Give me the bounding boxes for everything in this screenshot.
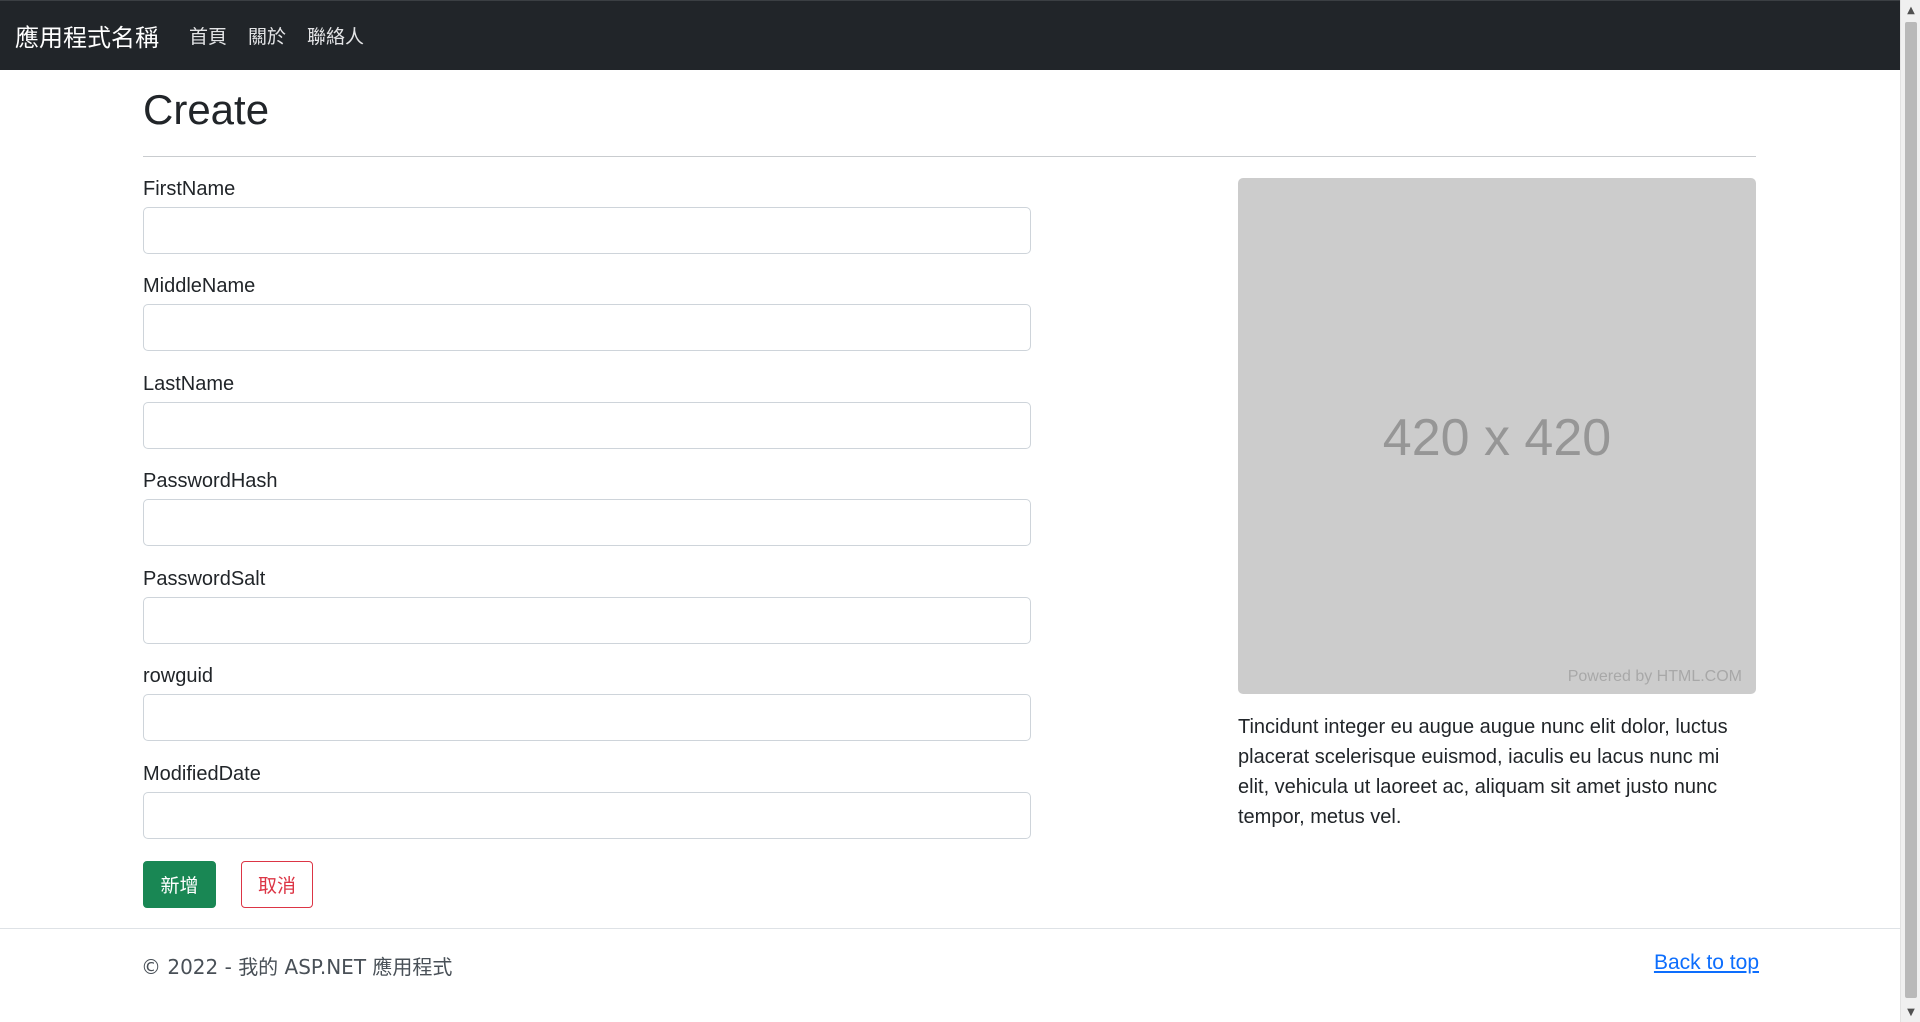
- nav-link-about[interactable]: 關於: [248, 22, 286, 49]
- rowguid-input[interactable]: [143, 694, 1031, 741]
- scrollbar-thumb[interactable]: [1905, 22, 1917, 998]
- cancel-button[interactable]: 取消: [241, 861, 313, 908]
- firstname-input[interactable]: [143, 207, 1031, 254]
- middlename-input[interactable]: [143, 304, 1031, 351]
- passwordhash-label: PasswordHash: [143, 470, 278, 492]
- placeholder-image: 420 x 420 Powered by HTML.COM: [1238, 178, 1756, 694]
- form-group-passwordhash: PasswordHash: [143, 470, 1031, 546]
- footer-copyright: © 2022 - 我的 ASP.NET 應用程式: [141, 955, 453, 979]
- nav-link-home[interactable]: 首頁: [189, 22, 227, 49]
- passwordsalt-label: PasswordSalt: [143, 568, 266, 590]
- create-button[interactable]: 新增: [143, 861, 216, 908]
- top-navbar: 應用程式名稱 首頁 關於 聯絡人: [0, 0, 1900, 70]
- footer-divider: [0, 928, 1900, 929]
- placeholder-size-text: 420 x 420: [1382, 409, 1612, 467]
- form-group-firstname: FirstName: [143, 178, 1031, 254]
- passwordhash-input[interactable]: [143, 499, 1031, 546]
- modifieddate-input[interactable]: [143, 792, 1031, 839]
- lastname-label: LastName: [143, 373, 235, 395]
- page-title: Create: [143, 86, 270, 133]
- form-group-modifieddate: ModifiedDate: [143, 763, 1031, 839]
- navbar-brand[interactable]: 應用程式名稱: [15, 18, 159, 53]
- middlename-label: MiddleName: [143, 275, 256, 297]
- firstname-label: FirstName: [143, 178, 236, 200]
- form-group-passwordsalt: PasswordSalt: [143, 568, 1031, 644]
- vertical-scrollbar[interactable]: ▲ ▼: [1900, 0, 1920, 1022]
- triangle-down-icon[interactable]: ▼: [1901, 1002, 1920, 1022]
- title-divider: [143, 156, 1756, 157]
- form-group-lastname: LastName: [143, 373, 1031, 449]
- passwordsalt-input[interactable]: [143, 597, 1031, 644]
- back-to-top-link[interactable]: Back to top: [1654, 951, 1759, 975]
- modifieddate-label: ModifiedDate: [143, 763, 261, 785]
- lastname-input[interactable]: [143, 402, 1031, 449]
- triangle-up-icon[interactable]: ▲: [1901, 0, 1920, 20]
- placeholder-credit: Powered by HTML.COM: [1567, 668, 1742, 685]
- form-group-rowguid: rowguid: [143, 665, 1031, 741]
- nav-link-contact[interactable]: 聯絡人: [307, 22, 364, 49]
- rowguid-label: rowguid: [143, 665, 214, 687]
- side-paragraph: Tincidunt integer eu augue augue nunc el…: [1238, 716, 1728, 828]
- page-viewport: 應用程式名稱 首頁 關於 聯絡人 Create FirstName Middle…: [0, 0, 1900, 1022]
- form-group-middlename: MiddleName: [143, 275, 1031, 351]
